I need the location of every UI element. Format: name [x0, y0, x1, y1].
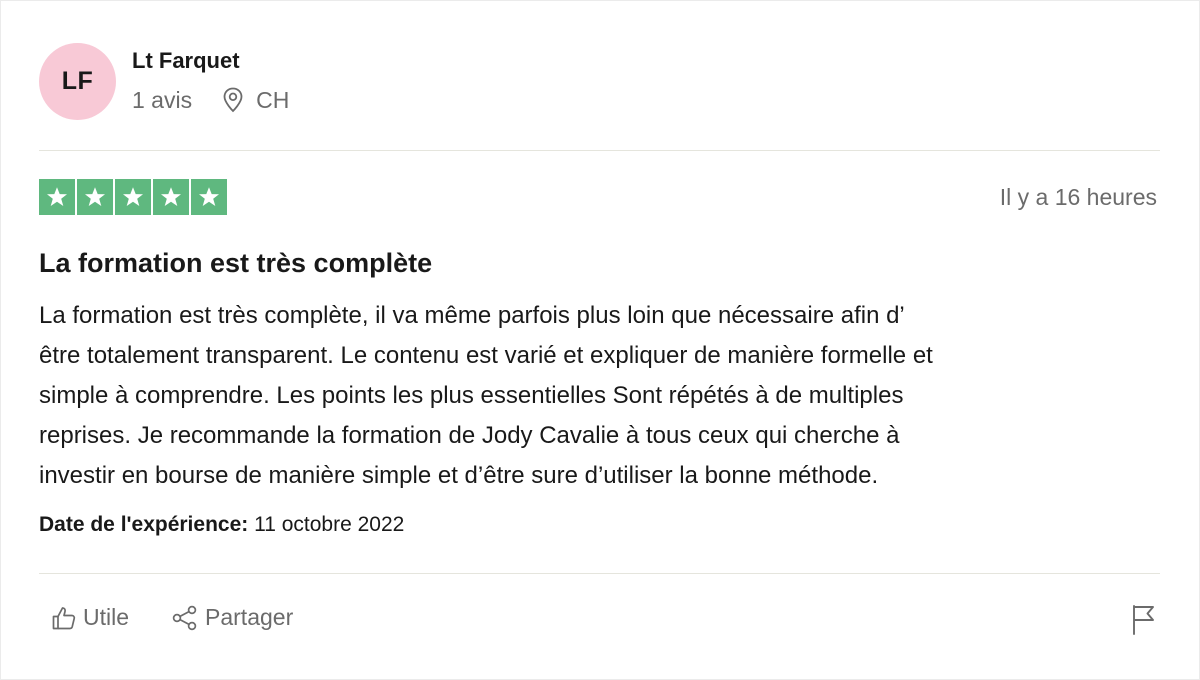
review-body-line: investir en bourse de manière simple et …: [39, 462, 879, 489]
experience-date-value: 11 octobre 2022: [254, 513, 405, 536]
review-card: LF Lt Farquet 1 avis CH Il y a 16 heures…: [0, 0, 1200, 680]
useful-label: Utile: [83, 604, 130, 630]
review-time: Il y a 16 heures: [999, 184, 1157, 210]
reviewer-name[interactable]: Lt Farquet: [132, 48, 289, 74]
review-body: La formation est très complète, il va mê…: [39, 296, 1149, 496]
experience-date: Date de l'expérience: 11 octobre 2022: [39, 513, 404, 537]
reviewer-meta: 1 avis CH: [132, 87, 289, 113]
review-body-line: simple à comprendre. Les points les plus…: [39, 382, 904, 409]
experience-date-label: Date de l'expérience:: [39, 513, 249, 536]
review-body-line: reprises. Je recommande la formation de …: [39, 422, 900, 449]
thumbs-up-icon: [52, 606, 76, 629]
reviewer-info: Lt Farquet 1 avis CH: [132, 43, 289, 113]
reviewer-header: LF Lt Farquet 1 avis CH: [39, 43, 289, 120]
review-count: 1 avis: [132, 87, 193, 113]
flag-icon[interactable]: [1131, 604, 1157, 636]
share-button[interactable]: Partager: [171, 604, 293, 631]
share-label: Partager: [205, 604, 294, 630]
review-actions: Utile Partager: [51, 604, 335, 631]
useful-button[interactable]: Utile: [51, 604, 129, 631]
star-rating: [39, 179, 229, 215]
avatar[interactable]: LF: [39, 43, 116, 120]
share-icon: [172, 605, 197, 630]
location-pin-icon: [223, 87, 243, 113]
divider: [39, 573, 1160, 574]
star-icon: [77, 179, 113, 215]
review-body-line: La formation est très complète, il va mê…: [39, 302, 905, 329]
review-body-line: être totalement transparent. Le contenu …: [39, 342, 933, 369]
reviewer-country: CH: [256, 87, 290, 113]
divider: [39, 150, 1160, 151]
star-icon: [153, 179, 189, 215]
star-icon: [191, 179, 227, 215]
review-title[interactable]: La formation est très complète: [39, 246, 432, 280]
star-icon: [115, 179, 151, 215]
star-icon: [39, 179, 75, 215]
